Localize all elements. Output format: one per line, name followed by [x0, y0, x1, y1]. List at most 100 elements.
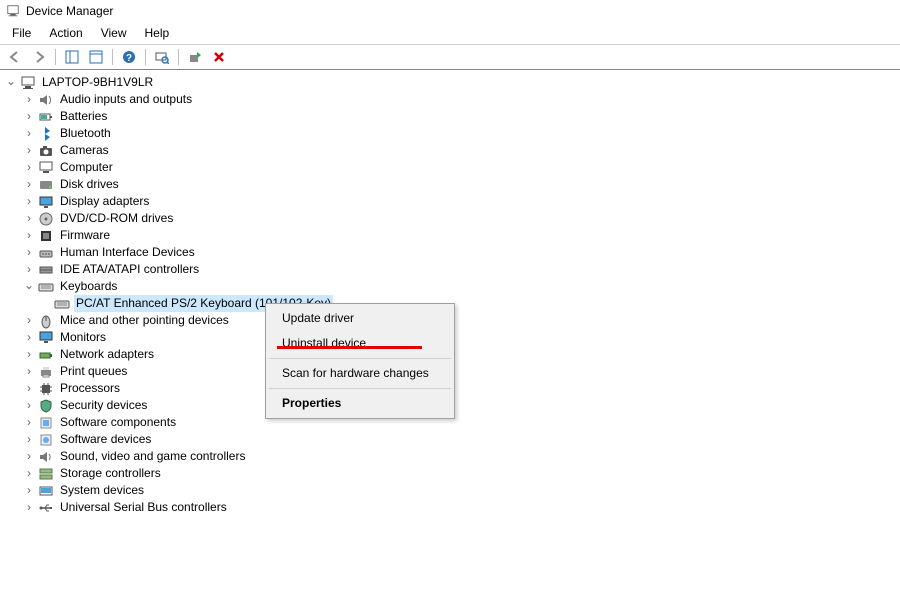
expand-icon[interactable] — [22, 229, 36, 243]
expand-icon[interactable] — [22, 127, 36, 141]
expand-icon[interactable] — [22, 416, 36, 430]
ctx-properties[interactable]: Properties — [268, 391, 452, 416]
tree-category[interactable]: IDE ATA/ATAPI controllers — [2, 261, 898, 278]
tree-category[interactable]: Computer — [2, 159, 898, 176]
expand-icon[interactable] — [22, 501, 36, 515]
category-icon — [38, 415, 54, 431]
svg-text:?: ? — [126, 53, 132, 64]
help-button[interactable]: ? — [118, 47, 140, 67]
expand-icon[interactable] — [22, 144, 36, 158]
toolbar-separator — [145, 49, 146, 65]
scan-hardware-button[interactable] — [151, 47, 173, 67]
menu-help[interactable]: Help — [137, 24, 178, 42]
uninstall-button[interactable] — [208, 47, 230, 67]
category-icon — [38, 160, 54, 176]
context-menu-separator — [269, 388, 451, 389]
expand-icon[interactable] — [22, 399, 36, 413]
tree-category[interactable]: Batteries — [2, 108, 898, 125]
tree-category[interactable]: Keyboards — [2, 278, 898, 295]
category-label: Bluetooth — [58, 125, 113, 142]
category-label: Sound, video and game controllers — [58, 448, 247, 465]
category-label: System devices — [58, 482, 146, 499]
category-label: Batteries — [58, 108, 109, 125]
properties-button[interactable] — [85, 47, 107, 67]
category-label: Security devices — [58, 397, 149, 414]
tree-category[interactable]: Universal Serial Bus controllers — [2, 499, 898, 516]
expand-icon[interactable] — [22, 433, 36, 447]
expand-icon[interactable] — [22, 467, 36, 481]
category-label: Firmware — [58, 227, 112, 244]
expand-icon[interactable] — [22, 484, 36, 498]
expand-icon[interactable] — [22, 246, 36, 260]
menu-action[interactable]: Action — [41, 24, 90, 42]
expand-icon[interactable] — [22, 382, 36, 396]
tree-category[interactable]: Audio inputs and outputs — [2, 91, 898, 108]
category-icon — [38, 313, 54, 329]
category-icon — [38, 177, 54, 193]
tree-category[interactable]: Storage controllers — [2, 465, 898, 482]
update-driver-button[interactable] — [184, 47, 206, 67]
forward-button[interactable] — [28, 47, 50, 67]
expand-icon[interactable] — [22, 110, 36, 124]
category-icon — [38, 398, 54, 414]
category-label: IDE ATA/ATAPI controllers — [58, 261, 201, 278]
category-icon — [38, 449, 54, 465]
tree-root[interactable]: LAPTOP-9BH1V9LR — [2, 74, 898, 91]
device-tree: LAPTOP-9BH1V9LR Audio inputs and outputs… — [0, 70, 900, 520]
toolbar-separator — [178, 49, 179, 65]
category-label: Universal Serial Bus controllers — [58, 499, 229, 516]
expand-icon[interactable] — [22, 161, 36, 175]
show-hide-tree-button[interactable] — [61, 47, 83, 67]
tree-category[interactable]: Cameras — [2, 142, 898, 159]
category-label: Software devices — [58, 431, 153, 448]
tree-category[interactable]: Bluetooth — [2, 125, 898, 142]
category-label: Audio inputs and outputs — [58, 91, 194, 108]
ctx-scan-hardware[interactable]: Scan for hardware changes — [268, 361, 452, 386]
menu-file[interactable]: File — [4, 24, 39, 42]
category-label: Display adapters — [58, 193, 151, 210]
window-title: Device Manager — [26, 4, 113, 18]
expand-icon[interactable] — [22, 348, 36, 362]
category-label: Print queues — [58, 363, 129, 380]
back-button[interactable] — [4, 47, 26, 67]
keyboard-icon — [54, 296, 70, 312]
category-icon — [38, 347, 54, 363]
expand-icon[interactable] — [22, 178, 36, 192]
expand-icon[interactable] — [22, 331, 36, 345]
menubar: File Action View Help — [0, 22, 900, 44]
expand-icon[interactable] — [22, 280, 36, 294]
context-menu: Update driver Uninstall device Scan for … — [265, 303, 455, 419]
category-label: Software components — [58, 414, 178, 431]
category-label: Human Interface Devices — [58, 244, 197, 261]
menu-view[interactable]: View — [93, 24, 135, 42]
context-menu-separator — [269, 358, 451, 359]
expand-icon[interactable] — [22, 365, 36, 379]
expand-icon[interactable] — [22, 93, 36, 107]
category-icon — [38, 228, 54, 244]
toolbar: ? — [0, 44, 900, 70]
category-icon — [38, 109, 54, 125]
expand-icon[interactable] — [22, 450, 36, 464]
tree-category[interactable]: Display adapters — [2, 193, 898, 210]
expand-icon[interactable] — [4, 76, 18, 90]
device-manager-icon — [6, 4, 20, 18]
category-label: Monitors — [58, 329, 108, 346]
tree-root-label: LAPTOP-9BH1V9LR — [40, 74, 155, 91]
expand-icon[interactable] — [22, 263, 36, 277]
category-icon — [38, 245, 54, 261]
expand-icon[interactable] — [22, 195, 36, 209]
tree-category[interactable]: Firmware — [2, 227, 898, 244]
tree-category[interactable]: System devices — [2, 482, 898, 499]
tree-category[interactable]: Human Interface Devices — [2, 244, 898, 261]
tree-category[interactable]: DVD/CD-ROM drives — [2, 210, 898, 227]
ctx-uninstall-device[interactable]: Uninstall device — [268, 331, 452, 356]
expand-icon[interactable] — [22, 212, 36, 226]
category-icon — [38, 330, 54, 346]
expand-icon[interactable] — [22, 314, 36, 328]
category-label: Disk drives — [58, 176, 121, 193]
tree-category[interactable]: Sound, video and game controllers — [2, 448, 898, 465]
tree-category[interactable]: Software devices — [2, 431, 898, 448]
tree-category[interactable]: Disk drives — [2, 176, 898, 193]
category-icon — [38, 194, 54, 210]
ctx-update-driver[interactable]: Update driver — [268, 306, 452, 331]
